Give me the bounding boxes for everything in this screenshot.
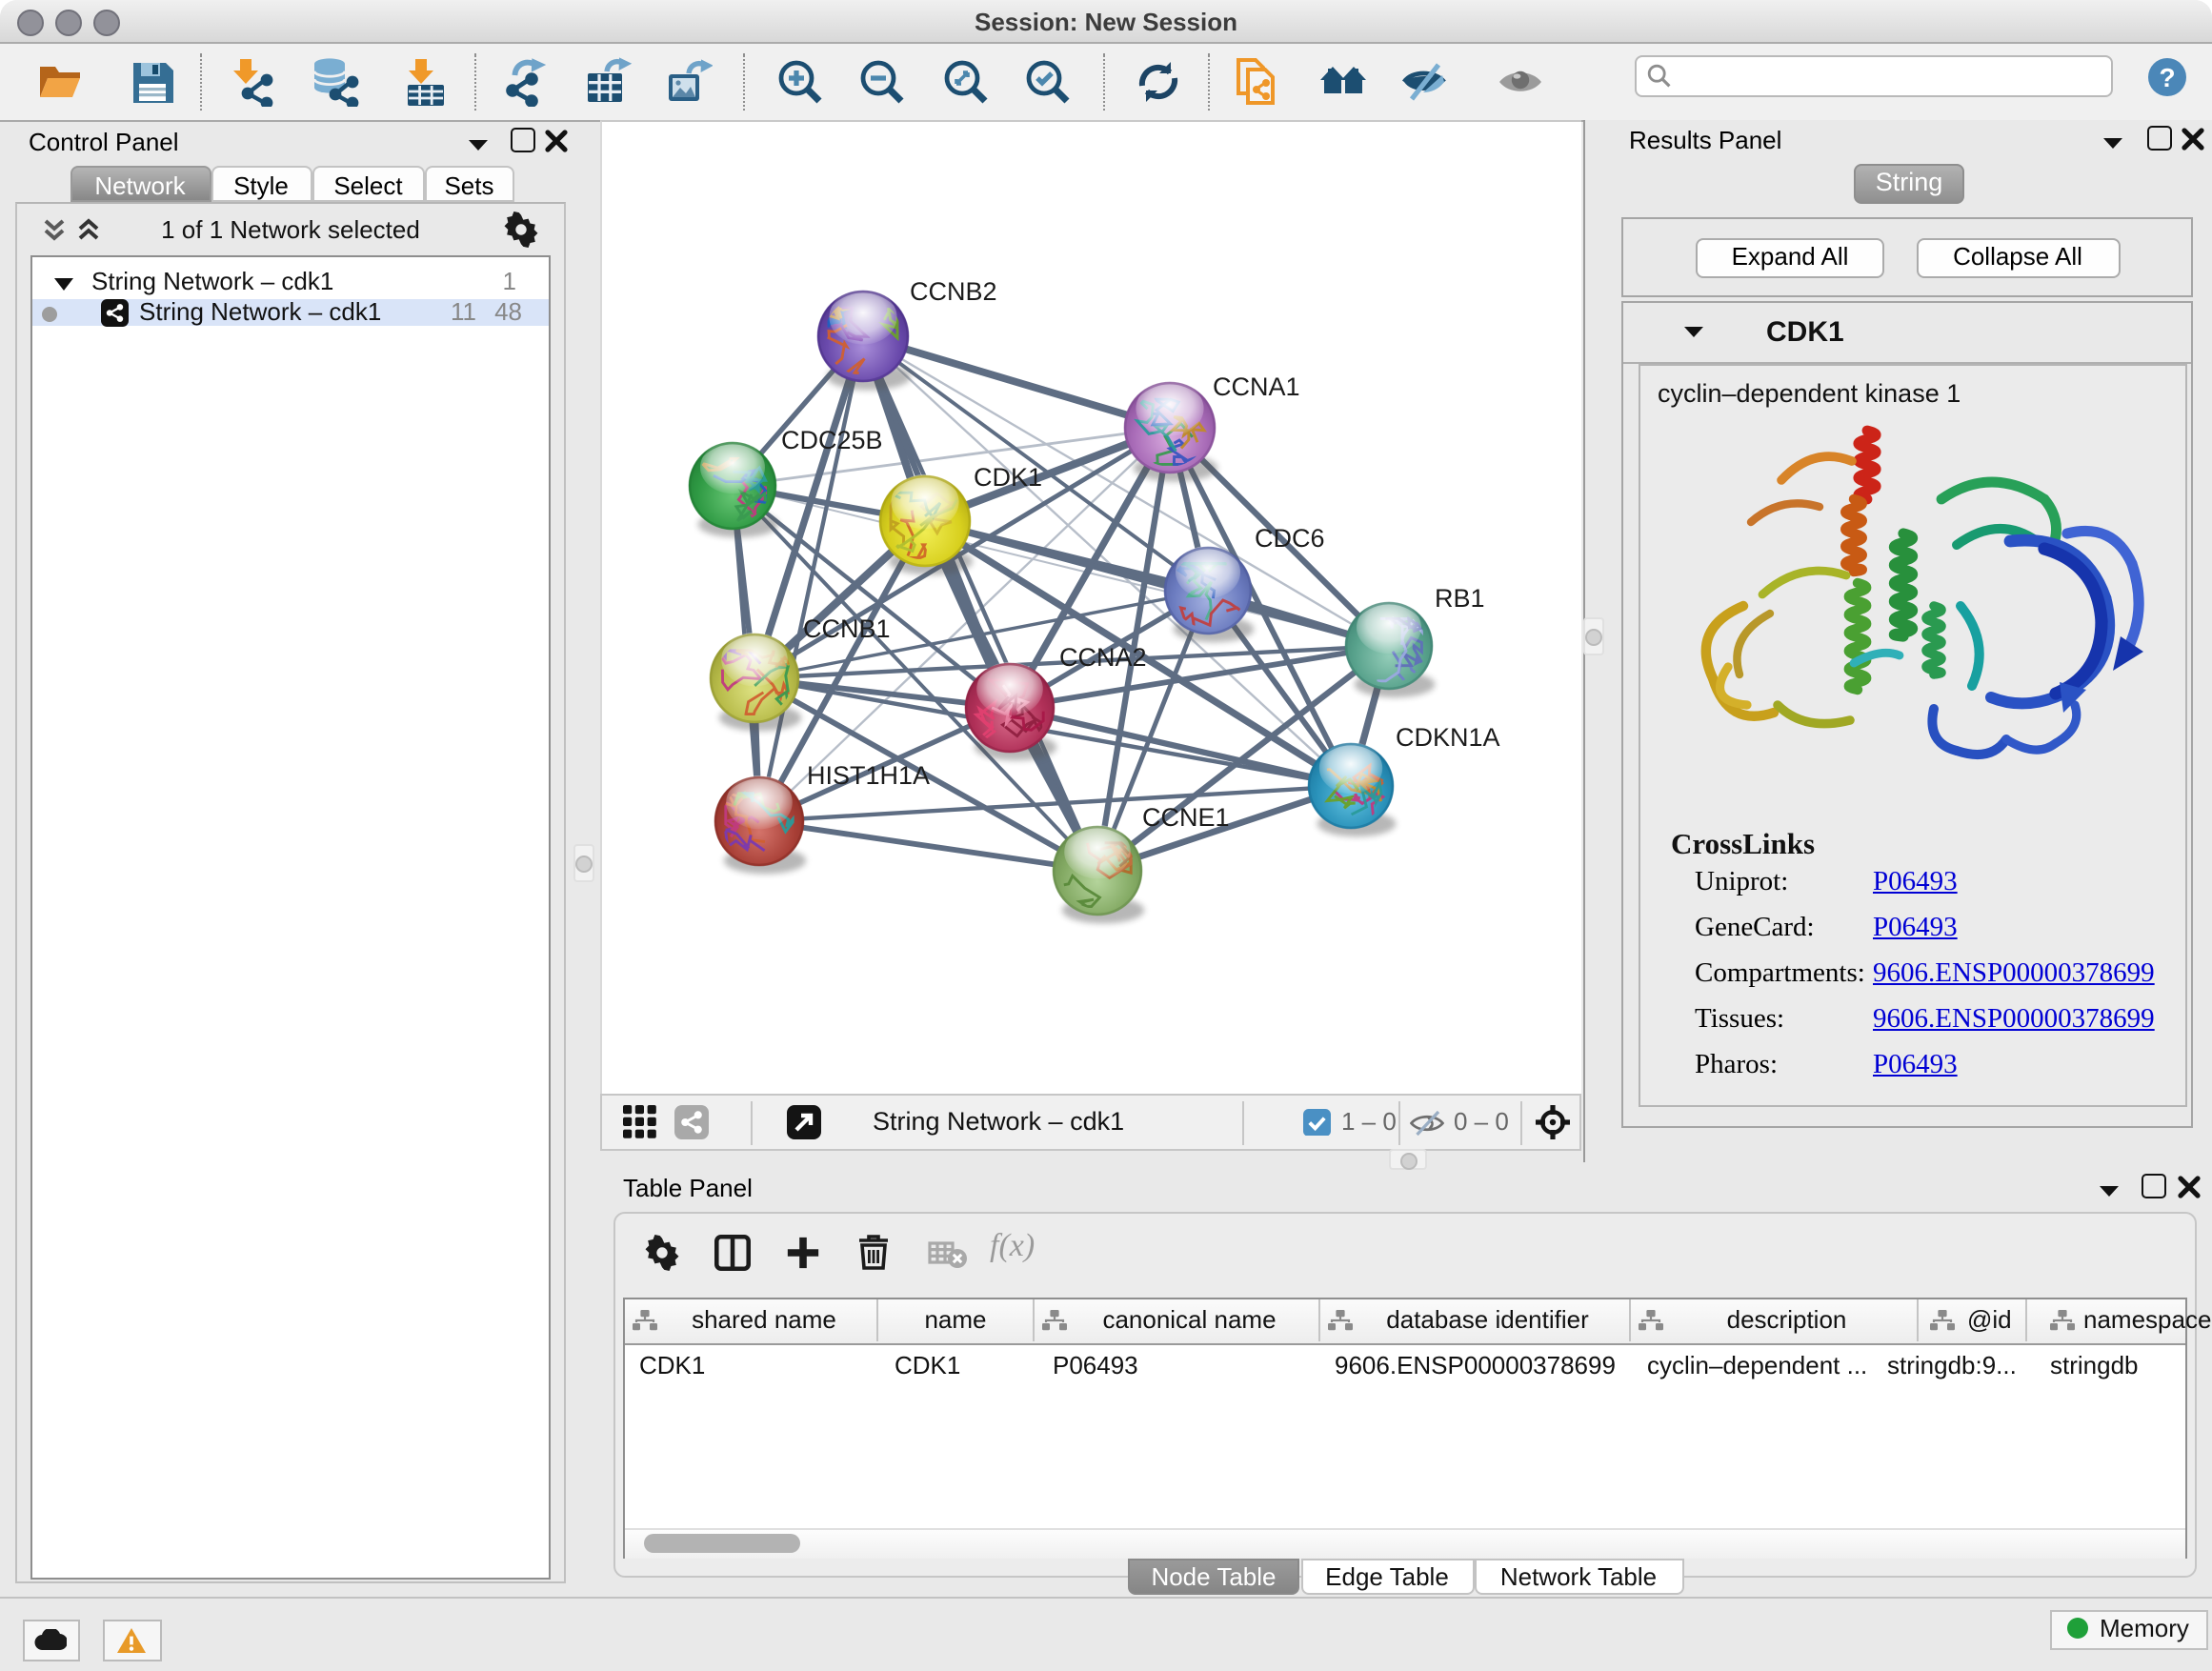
svg-text:CDC6: CDC6 <box>1254 523 1324 552</box>
svg-text:HIST1H1A: HIST1H1A <box>806 760 929 789</box>
svg-text:CCNA1: CCNA1 <box>1212 372 1299 400</box>
svg-text:CDKN1A: CDKN1A <box>1395 722 1499 751</box>
svg-text:CCNB2: CCNB2 <box>909 276 996 305</box>
svg-text:CCNB1: CCNB1 <box>802 614 890 642</box>
svg-text:CCNA2: CCNA2 <box>1058 642 1146 671</box>
svg-text:CDK1: CDK1 <box>973 462 1041 491</box>
svg-text:RB1: RB1 <box>1434 583 1484 612</box>
svg-text:CCNE1: CCNE1 <box>1141 802 1229 831</box>
svg-text:CDC25B: CDC25B <box>780 425 882 453</box>
svg-text:?: ? <box>2159 62 2175 91</box>
